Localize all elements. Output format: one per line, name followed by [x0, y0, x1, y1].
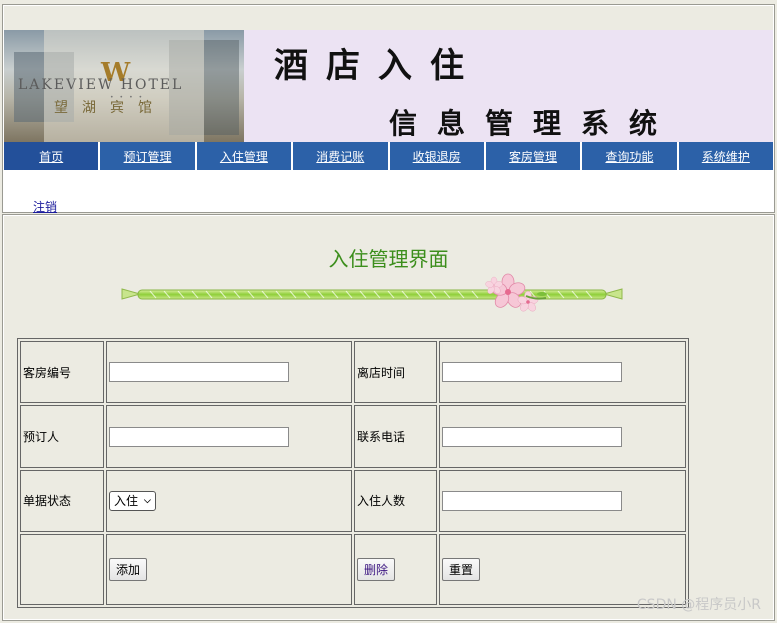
chevron-down-icon: ⌵ — [144, 495, 151, 506]
nav-subband: 注销 — [4, 170, 773, 214]
header-banner: W LAKEVIEW HOTEL •••• 望湖宾馆 酒店入住 信息管理系统 — [4, 30, 773, 143]
top-frame: W LAKEVIEW HOTEL •••• 望湖宾馆 酒店入住 信息管理系统 首… — [2, 4, 775, 214]
guest-count-label: 入住人数 — [354, 469, 437, 533]
hotel-logo-chinese: 望湖宾馆 — [54, 100, 166, 116]
system-title-line1: 酒店入住 — [274, 46, 482, 86]
nav-item-checkin[interactable]: 入住管理 — [196, 142, 294, 170]
booker-input[interactable] — [109, 426, 289, 447]
booker-label: 预订人 — [20, 405, 104, 468]
leave-time-input[interactable] — [442, 362, 622, 383]
flower-divider-icon — [121, 273, 623, 312]
room-no-label: 客房编号 — [20, 341, 104, 404]
checkin-form-table: 客房编号 离店时间 预订人 联系电话 单据状态 入住 ⌵ 入住人数 添加 删除 … — [17, 338, 689, 608]
reset-button[interactable]: 重置 — [442, 558, 481, 582]
watermark: CSDN @程序员小R — [636, 597, 761, 613]
phone-input[interactable] — [442, 426, 622, 447]
nav-item-query[interactable]: 查询功能 — [582, 142, 679, 170]
status-select-value: 入住 — [114, 494, 139, 509]
leave-time-label: 离店时间 — [354, 341, 437, 404]
main-nav: 首页 预订管理 入住管理 消费记账 收银退房 客房管理 查询功能 系统维护 — [4, 142, 773, 170]
status-label: 单据状态 — [20, 469, 104, 533]
add-button[interactable]: 添加 — [109, 558, 148, 582]
hotel-photo: W LAKEVIEW HOTEL •••• 望湖宾馆 — [4, 30, 244, 143]
phone-label: 联系电话 — [354, 405, 437, 468]
page-title: 入住管理界面 — [328, 247, 449, 271]
nav-item-home[interactable]: 首页 — [4, 142, 101, 170]
guest-count-input[interactable] — [442, 490, 622, 511]
logout-link[interactable]: 注销 — [33, 198, 57, 215]
nav-item-checkout[interactable]: 收银退房 — [389, 142, 486, 170]
nav-item-consumption[interactable]: 消费记账 — [293, 142, 390, 170]
nav-item-rooms[interactable]: 客房管理 — [485, 142, 583, 170]
main-frame: 入住管理界面 客房编号 离店时间 预订人 联系电话 单据状态 入住 ⌵ 入住人数… — [2, 214, 775, 621]
hotel-logo-text: LAKEVIEW HOTEL — [18, 77, 184, 93]
nav-item-reservation[interactable]: 预订管理 — [100, 142, 197, 170]
system-title-line2: 信息管理系统 — [389, 107, 678, 140]
nav-item-system[interactable]: 系统维护 — [678, 142, 773, 170]
status-select[interactable]: 入住 ⌵ — [109, 490, 156, 511]
system-title-banner: 酒店入住 信息管理系统 — [244, 30, 773, 143]
delete-button[interactable]: 删除 — [357, 558, 396, 582]
room-no-input[interactable] — [109, 362, 289, 383]
